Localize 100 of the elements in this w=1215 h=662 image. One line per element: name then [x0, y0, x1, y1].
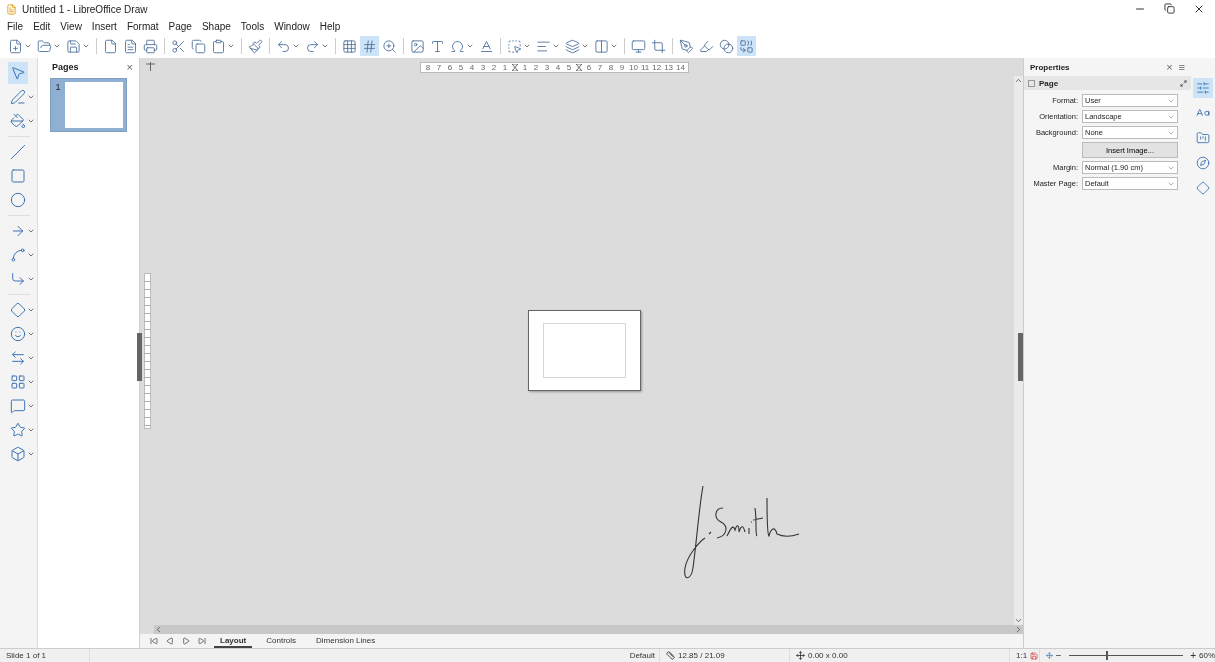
previous-page-button[interactable] — [166, 637, 174, 645]
star-icon — [10, 422, 26, 438]
caret-icon — [27, 93, 35, 101]
page-thumbnail[interactable]: 1 — [50, 78, 127, 132]
menu-item[interactable]: View — [60, 20, 82, 32]
menu-item[interactable]: Window — [274, 20, 310, 32]
caret-icon — [27, 251, 35, 259]
panel-grip[interactable] — [137, 333, 142, 381]
caret-icon — [227, 42, 235, 50]
scissors-icon — [171, 38, 186, 54]
zoom-reading: 60% — [1199, 651, 1215, 660]
ruler-number: 1 — [521, 62, 529, 72]
menu-item[interactable]: File — [7, 20, 24, 32]
zoom-thumb[interactable] — [1106, 651, 1109, 660]
last-page-button[interactable] — [198, 637, 206, 645]
zoom-in-button[interactable]: + — [1190, 650, 1196, 661]
zoom-out-button[interactable]: − — [1055, 650, 1062, 661]
size-reading: 0.00 x 0.00 — [808, 651, 848, 660]
tool-button[interactable] — [8, 62, 28, 84]
ruler-number: 1 — [501, 62, 509, 72]
position-reading: 12.85 / 21.09 — [678, 651, 725, 660]
close-button[interactable]: × — [1166, 61, 1173, 73]
ruler-number: 2 — [532, 62, 540, 72]
text-icon — [430, 38, 445, 54]
flowchart-icon — [10, 374, 26, 390]
hash-icon — [362, 38, 377, 54]
menu-item[interactable]: Format — [126, 20, 159, 32]
next-page-button[interactable] — [182, 637, 190, 645]
menu-item[interactable]: Shape — [201, 20, 231, 32]
section-title: Page — [1039, 78, 1059, 88]
window-title: Untitled 1 - LibreOffice Draw — [22, 3, 148, 15]
menu-item[interactable]: Insert — [91, 20, 117, 32]
menu-item[interactable]: Tools — [240, 20, 265, 32]
caret-icon — [27, 450, 35, 458]
cube-icon — [10, 446, 26, 462]
ruler-number: 6 — [585, 62, 593, 72]
printer-icon — [143, 38, 158, 54]
new-file-icon — [8, 38, 23, 54]
caret-icon — [27, 275, 35, 283]
caret-icon — [581, 42, 589, 50]
scroll-up-icon[interactable] — [1014, 76, 1023, 85]
horizontal-scrollbar[interactable] — [154, 625, 1023, 634]
panel-title: Pages — [52, 62, 79, 72]
skip-back-icon — [150, 637, 158, 645]
first-page-button[interactable] — [150, 637, 158, 645]
caret-icon — [466, 42, 474, 50]
caret-icon — [27, 330, 35, 338]
app-icon — [6, 3, 17, 15]
curve-icon — [10, 247, 26, 263]
smiley-icon — [10, 326, 26, 342]
restore-icon[interactable] — [1164, 3, 1175, 14]
scroll-right-icon[interactable] — [1014, 625, 1023, 634]
bucket-icon — [10, 113, 26, 129]
layer-tab[interactable]: Controls — [260, 634, 303, 648]
ruler-number: 9 — [618, 62, 626, 72]
save-icon — [66, 38, 81, 54]
brush-icon — [248, 38, 263, 54]
blend-icon — [719, 38, 734, 54]
grid-icon — [342, 38, 357, 54]
panel-grip[interactable] — [1018, 333, 1023, 381]
scroll-down-icon[interactable] — [1014, 616, 1023, 625]
close-icon[interactable] — [1193, 3, 1205, 15]
close-button[interactable]: × — [126, 61, 133, 73]
align-icon — [536, 38, 551, 54]
menu-button[interactable]: ≡ — [1178, 61, 1185, 73]
caret-icon — [321, 42, 329, 50]
ruler-number: 8 — [424, 62, 432, 72]
ruler-number: 5 — [565, 62, 573, 72]
ruler-number: 11 — [640, 62, 650, 72]
file-icon — [103, 38, 118, 54]
crosshair-icon — [146, 60, 155, 74]
caret-icon — [27, 426, 35, 434]
ruler-number: 4 — [554, 62, 562, 72]
scroll-left-icon[interactable] — [154, 625, 163, 634]
combine-icon — [739, 38, 754, 54]
menu-item[interactable]: Edit — [33, 20, 51, 32]
caret-icon — [292, 42, 300, 50]
clipboard-icon — [211, 38, 226, 54]
monitor-icon — [631, 38, 646, 54]
toolbar-button[interactable] — [737, 36, 756, 56]
ruler-number: 7 — [435, 62, 443, 72]
connector-icon — [10, 271, 26, 287]
double-arrow-icon — [10, 350, 26, 366]
menu-item[interactable]: Page — [168, 20, 192, 32]
ruler-number: 3 — [479, 62, 487, 72]
toolbar-button[interactable] — [360, 36, 379, 56]
layout-name: Default — [629, 651, 655, 660]
zoom-icon — [382, 38, 397, 54]
ruler-number: 4 — [468, 62, 476, 72]
section-header[interactable]: Page — [1024, 76, 1191, 90]
indent-marker-icon[interactable] — [512, 63, 518, 71]
vertical-scrollbar[interactable] — [1014, 76, 1023, 625]
menu-item[interactable]: Help — [319, 20, 341, 32]
deck-tab[interactable] — [1193, 78, 1213, 98]
caret-icon — [27, 378, 35, 386]
indent-marker-icon[interactable] — [576, 63, 582, 71]
columns-icon — [594, 38, 609, 54]
layer-tab[interactable]: Dimension Lines — [310, 634, 382, 648]
caret-icon — [27, 117, 35, 125]
compass-icon — [1196, 156, 1210, 170]
